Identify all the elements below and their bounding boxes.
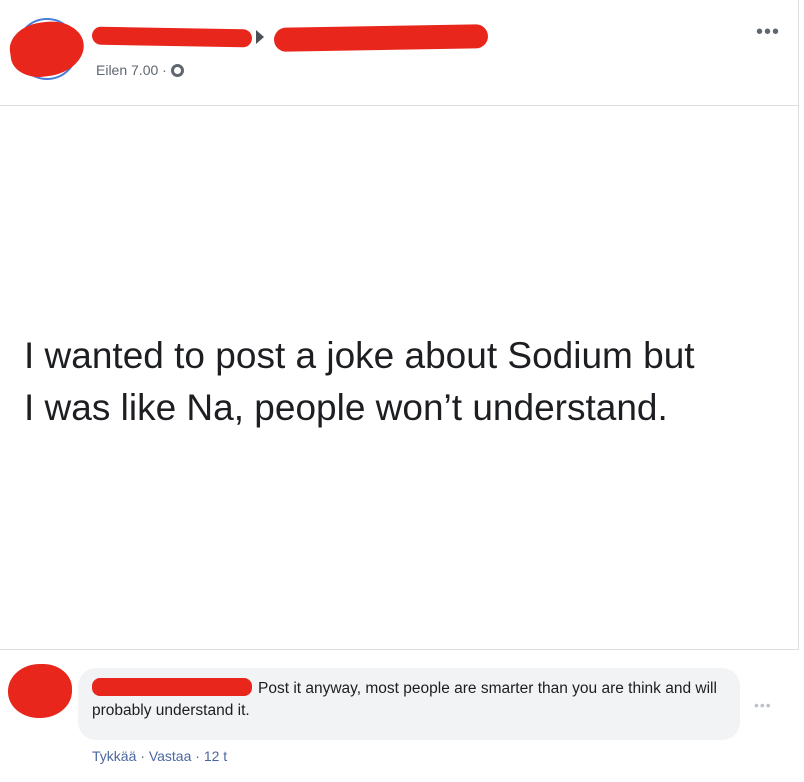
globe-icon[interactable] [170, 63, 184, 77]
commenter-avatar-redacted[interactable] [8, 664, 72, 718]
comment-age[interactable]: 12 t [204, 748, 227, 764]
post-timestamp[interactable]: Eilen 7.00 · [96, 62, 167, 78]
comment-bubble: Post it anyway, most people are smarter … [78, 668, 740, 740]
separator: · [195, 748, 200, 764]
like-link[interactable]: Tykkää [92, 748, 136, 764]
arrow-right-icon [256, 30, 264, 44]
reply-link[interactable]: Vastaa [149, 748, 192, 764]
redaction-mark [6, 17, 88, 81]
post-text: I wanted to post a joke about Sodium but… [24, 335, 695, 428]
commenter-name-redacted[interactable] [92, 678, 252, 696]
author-name-redacted[interactable] [91, 26, 253, 48]
post-header: Eilen 7.00 · ••• [0, 0, 798, 104]
post-more-button[interactable]: ••• [756, 22, 780, 42]
comment-actions: Tykkää · Vastaa · 12 t [92, 748, 227, 764]
separator: · [140, 748, 145, 764]
post-meta: Eilen 7.00 · [96, 62, 184, 78]
author-avatar[interactable] [6, 17, 88, 82]
post-card: Eilen 7.00 · ••• I wanted to post a joke… [0, 0, 799, 650]
group-name-redacted[interactable] [273, 24, 489, 52]
post-body: I wanted to post a joke about Sodium but… [0, 106, 799, 650]
comment-more-button[interactable]: ••• [754, 697, 772, 713]
